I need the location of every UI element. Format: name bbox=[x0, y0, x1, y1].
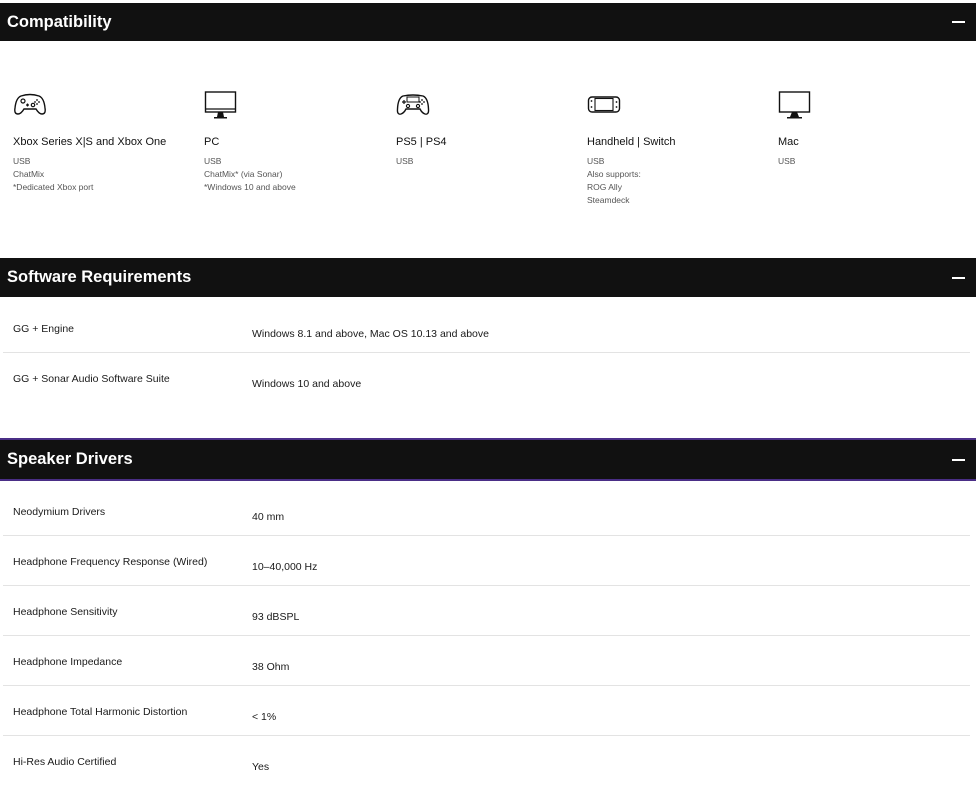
collapse-icon[interactable] bbox=[952, 276, 965, 279]
speaker-drivers-header[interactable]: Speaker Drivers bbox=[0, 438, 976, 481]
device-handheld: Handheld | Switch USB Also supports: ROG… bbox=[587, 90, 772, 207]
device-mac: Mac USB bbox=[778, 90, 963, 168]
device-detail: ChatMix* (via Sonar) bbox=[204, 169, 283, 179]
spec-label: Hi-Res Audio Certified bbox=[13, 756, 117, 768]
spec-label: Headphone Total Harmonic Distortion bbox=[13, 706, 188, 718]
spec-value: Yes bbox=[252, 761, 270, 773]
device-name: Xbox Series X|S and Xbox One bbox=[13, 136, 167, 148]
device-detail: *Windows 10 and above bbox=[204, 182, 296, 192]
device-xbox: Xbox Series X|S and Xbox One USB ChatMix… bbox=[13, 90, 198, 194]
device-detail: USB bbox=[778, 156, 796, 166]
spec-value: 38 Ohm bbox=[252, 661, 290, 673]
device-pc: PC USB ChatMix* (via Sonar) *Windows 10 … bbox=[204, 90, 389, 194]
spec-row: GG + Engine Windows 8.1 and above, Mac O… bbox=[3, 303, 970, 353]
device-detail: USB bbox=[13, 156, 31, 166]
device-name: PC bbox=[204, 136, 220, 148]
collapse-icon[interactable] bbox=[952, 21, 965, 23]
compatibility-header[interactable]: Compatibility bbox=[0, 3, 976, 41]
device-detail: USB bbox=[587, 156, 605, 166]
playstation-controller-icon bbox=[396, 94, 430, 115]
handheld-console-icon bbox=[587, 96, 621, 113]
device-detail: ROG Ally bbox=[587, 182, 622, 192]
spec-row: Headphone Total Harmonic Distortion < 1% bbox=[3, 686, 970, 736]
section-title: Compatibility bbox=[7, 12, 112, 31]
device-name: Handheld | Switch bbox=[587, 136, 676, 148]
monitor-icon bbox=[204, 91, 237, 119]
spec-row: Hi-Res Audio Certified Yes bbox=[3, 736, 970, 786]
device-detail: ChatMix bbox=[13, 169, 45, 179]
spec-label: Headphone Sensitivity bbox=[13, 606, 118, 618]
spec-row: Neodymium Drivers 40 mm bbox=[3, 486, 970, 536]
device-name: PS5 | PS4 bbox=[396, 136, 447, 148]
device-name: Mac bbox=[778, 136, 799, 148]
spec-row: Headphone Frequency Response (Wired) 10–… bbox=[3, 536, 970, 586]
device-detail: *Dedicated Xbox port bbox=[13, 182, 94, 192]
spec-label: Neodymium Drivers bbox=[13, 506, 106, 518]
spec-label: GG + Engine bbox=[13, 323, 74, 335]
section-title: Software Requirements bbox=[7, 268, 192, 286]
mac-monitor-icon bbox=[778, 91, 811, 119]
device-detail: Also supports: bbox=[587, 169, 641, 179]
spec-value: 93 dBSPL bbox=[252, 611, 300, 623]
spec-value: 40 mm bbox=[252, 511, 285, 523]
software-requirements-header[interactable]: Software Requirements bbox=[0, 258, 976, 297]
device-detail: Steamdeck bbox=[587, 195, 630, 205]
spec-label: GG + Sonar Audio Software Suite bbox=[13, 373, 170, 385]
collapse-icon[interactable] bbox=[952, 458, 965, 461]
spec-value: 10–40,000 Hz bbox=[252, 561, 318, 573]
spec-value: Windows 10 and above bbox=[252, 378, 362, 390]
spec-label: Headphone Frequency Response (Wired) bbox=[13, 556, 208, 568]
device-playstation: PS5 | PS4 USB bbox=[396, 90, 581, 168]
spec-row: GG + Sonar Audio Software Suite Windows … bbox=[3, 353, 970, 403]
section-title: Speaker Drivers bbox=[7, 450, 133, 468]
spec-row: Headphone Sensitivity 93 dBSPL bbox=[3, 586, 970, 636]
spec-value: < 1% bbox=[252, 711, 277, 723]
spec-label: Headphone Impedance bbox=[13, 656, 123, 668]
device-detail: USB bbox=[396, 156, 414, 166]
spec-row: Headphone Impedance 38 Ohm bbox=[3, 636, 970, 686]
spec-value: Windows 8.1 and above, Mac OS 10.13 and … bbox=[252, 328, 489, 340]
device-detail: USB bbox=[204, 156, 222, 166]
xbox-controller-icon bbox=[14, 93, 46, 115]
